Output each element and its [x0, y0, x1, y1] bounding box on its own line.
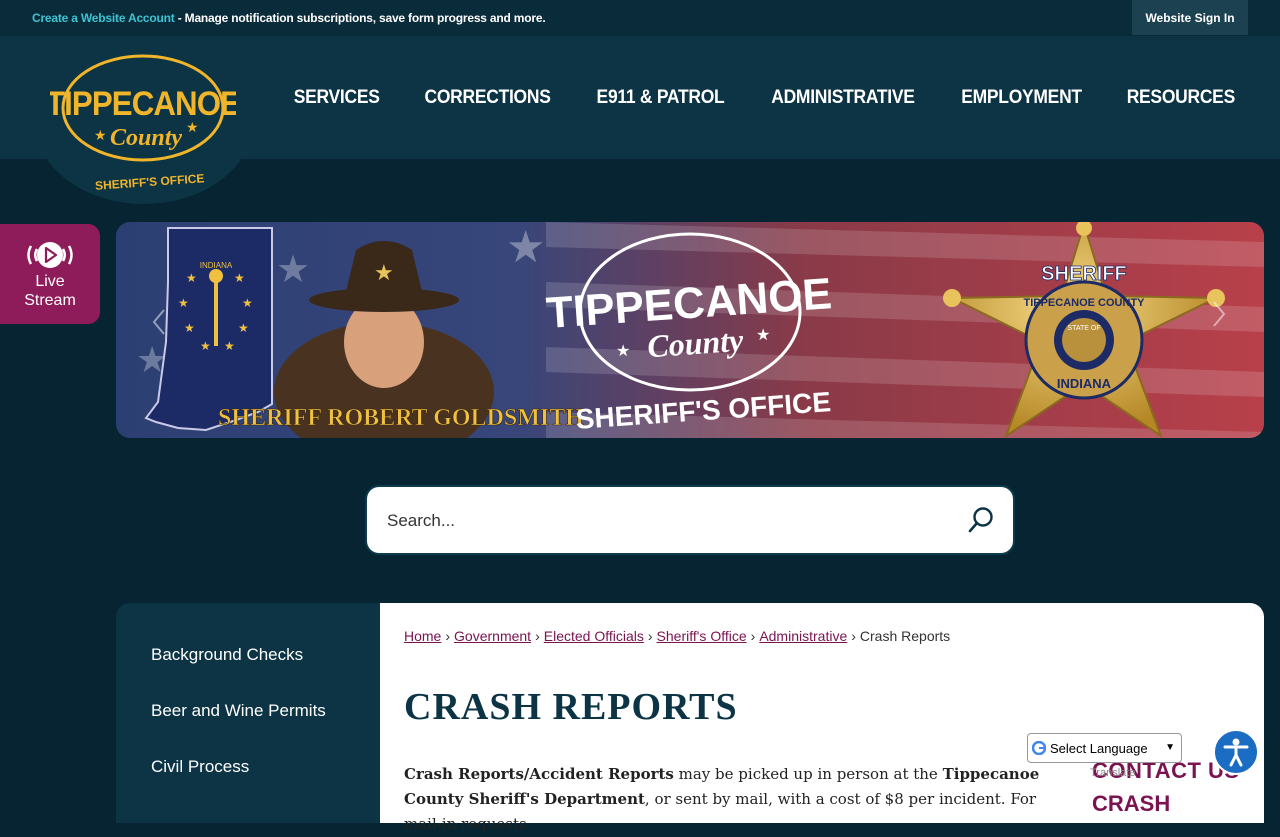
badge-seal: STATE OF [1067, 325, 1100, 332]
logo-line1: TIPPECANOE [50, 84, 236, 123]
svg-text:★: ★ [178, 296, 189, 310]
account-message: Create a Website Account - Manage notifi… [32, 11, 546, 25]
account-message-text: - Manage notification subscriptions, sav… [174, 11, 546, 25]
language-select[interactable]: Select Language ▼ [1027, 733, 1182, 763]
county-logo[interactable]: TIPPECANOE County ★ ★ SHERIFF'S OFFICE [50, 48, 236, 198]
badge-ring: TIPPECANOE COUNTY [1023, 297, 1145, 309]
svg-text:★: ★ [616, 343, 630, 360]
svg-text:★: ★ [184, 321, 195, 335]
svg-text:★: ★ [506, 223, 545, 272]
svg-text:★: ★ [374, 260, 394, 285]
translate-powered-by: Translate [1090, 767, 1136, 779]
create-account-link[interactable]: Create a Website Account [32, 11, 175, 25]
logo-line2: County [110, 125, 182, 151]
live-stream-button[interactable]: Live Stream [0, 224, 100, 324]
para-text-1: may be picked up in person at the [673, 765, 943, 783]
banner-graphic: ★ ★ ★ ★ INDIANA ★ ★ ★ ★ ★ ★ ★ ★ ★ SHERIF… [116, 222, 1264, 438]
nav-e911-patrol[interactable]: E911 & PATROL [596, 87, 724, 109]
svg-text:★: ★ [186, 271, 197, 285]
badge-bottom: INDIANA [1057, 376, 1112, 391]
svg-text:★: ★ [94, 127, 107, 143]
nav-corrections[interactable]: CORRECTIONS [424, 87, 550, 109]
section-sidebar: Background Checks Beer and Wine Permits … [116, 603, 380, 823]
accessibility-icon [1223, 738, 1249, 767]
nav-administrative[interactable]: ADMINISTRATIVE [771, 87, 915, 109]
para-bold-1: Crash Reports/Accident Reports [404, 765, 674, 783]
main-content: Home › Government › Elected Officials › Sherif… [380, 603, 1264, 833]
search-icon[interactable] [967, 506, 995, 534]
breadcrumb: Home › Government › Elected Officials › Sherif… [404, 628, 951, 644]
nav-resources[interactable]: RESOURCES [1127, 87, 1236, 109]
state-label: INDIANA [200, 261, 233, 270]
nav-services[interactable]: SERVICES [294, 87, 380, 109]
svg-text:★: ★ [186, 119, 199, 135]
hero-banner: ★ ★ ★ ★ INDIANA ★ ★ ★ ★ ★ ★ ★ ★ ★ SHERIF… [116, 222, 1264, 438]
nav-employment[interactable]: EMPLOYMENT [961, 87, 1082, 109]
breadcrumb-sheriffs-office[interactable]: Sheriff's Office [657, 628, 747, 644]
sidebar-item-civil-process[interactable]: Civil Process [151, 757, 249, 777]
crash-heading: CRASH [1092, 791, 1171, 816]
logo-line3: SHERIFF'S OFFICE [95, 171, 205, 193]
live-stream-label-1: Live [35, 273, 65, 290]
svg-text:★: ★ [756, 327, 770, 344]
main-nav: SERVICES CORRECTIONS E911 & PATROL ADMIN… [290, 86, 1240, 110]
svg-text:★: ★ [224, 339, 235, 353]
svg-text:★: ★ [276, 249, 310, 291]
sidebar-item-background-checks[interactable]: Background Checks [151, 645, 303, 665]
page-title: CRASH REPORTS [404, 686, 738, 728]
utility-bar: Create a Website Account - Manage notifi… [0, 0, 1280, 36]
language-select-label: Select Language [1050, 740, 1148, 756]
breadcrumb-administrative[interactable]: Administrative [759, 628, 847, 644]
breadcrumb-home[interactable]: Home [404, 628, 441, 644]
svg-text:★: ★ [200, 339, 211, 353]
chevron-down-icon: ▼ [1165, 742, 1175, 753]
breadcrumb-current: Crash Reports [859, 628, 951, 644]
accessibility-button[interactable] [1213, 729, 1259, 775]
google-icon [1032, 741, 1046, 755]
sheriff-name: SHERIFF ROBERT GOLDSMITH [218, 405, 584, 431]
badge-top: SHERIFF [1041, 263, 1127, 285]
live-stream-label-2: Stream [24, 292, 76, 309]
sign-in-button[interactable]: Website Sign In [1132, 0, 1248, 35]
sidebar-item-beer-wine-permits[interactable]: Beer and Wine Permits [151, 701, 326, 721]
svg-text:★: ★ [238, 321, 249, 335]
breadcrumb-government[interactable]: Government [454, 628, 531, 644]
svg-text:★: ★ [242, 296, 253, 310]
search-input[interactable] [385, 507, 949, 535]
broadcast-play-icon [27, 242, 73, 268]
breadcrumb-elected-officials[interactable]: Elected Officials [544, 628, 644, 644]
site-search [367, 487, 1013, 553]
banner-title-2: County [646, 322, 745, 365]
svg-text:★: ★ [234, 271, 245, 285]
